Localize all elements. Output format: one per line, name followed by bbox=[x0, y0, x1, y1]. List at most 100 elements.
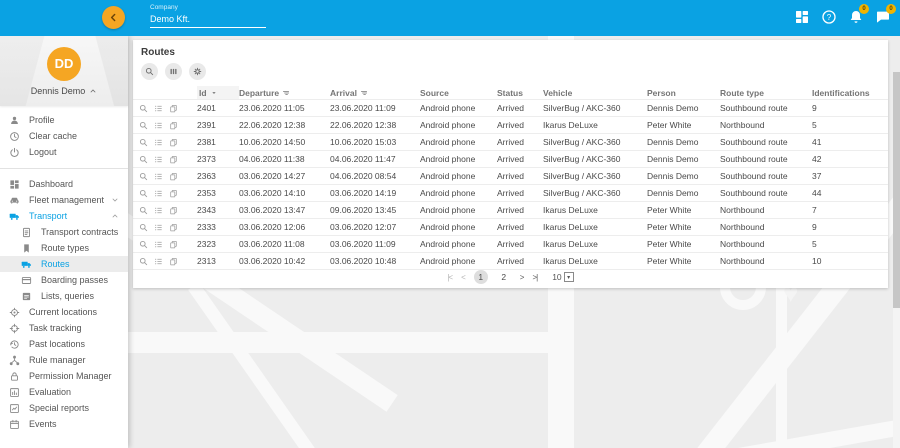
sidebar-item-dashboard[interactable]: Dashboard bbox=[0, 176, 128, 192]
table-row[interactable]: 2391 22.06.2020 12:38 22.06.2020 12:38 Andr… bbox=[133, 116, 888, 133]
avatar[interactable]: DD bbox=[47, 46, 81, 81]
copy-icon[interactable] bbox=[169, 240, 178, 249]
search-icon[interactable] bbox=[139, 104, 148, 113]
card-icon bbox=[21, 275, 32, 286]
list-icon[interactable] bbox=[154, 121, 163, 130]
column-header-person[interactable]: Person bbox=[647, 86, 720, 99]
column-header-label: Person bbox=[647, 87, 676, 98]
user-name-row[interactable]: Dennis Demo bbox=[31, 86, 98, 96]
table-row[interactable]: 2353 03.06.2020 14:10 03.06.2020 14:19 Andr… bbox=[133, 184, 888, 201]
gear-button[interactable] bbox=[189, 63, 206, 80]
copy-icon[interactable] bbox=[169, 189, 178, 198]
sidebar-item-clear-cache[interactable]: Clear cache bbox=[0, 128, 128, 144]
sidebar-item-task-tracking[interactable]: Task tracking bbox=[0, 320, 128, 336]
pagination-prev-button[interactable]: < bbox=[461, 273, 466, 282]
sidebar-collapse-button[interactable] bbox=[102, 6, 125, 29]
search-icon[interactable] bbox=[139, 172, 148, 181]
table-row[interactable]: 2381 10.06.2020 14:50 10.06.2020 15:03 Andr… bbox=[133, 133, 888, 150]
cell-status: Arrived bbox=[497, 120, 524, 130]
vertical-scrollbar[interactable] bbox=[893, 72, 900, 448]
cell-departure: 03.06.2020 13:47 bbox=[239, 205, 306, 215]
pagination-first-button[interactable]: |< bbox=[447, 273, 453, 282]
sidebar-item-special-reports[interactable]: Special reports bbox=[0, 400, 128, 416]
sidebar-item-boarding-passes[interactable]: Boarding passes bbox=[0, 272, 128, 288]
cell-departure: 03.06.2020 10:42 bbox=[239, 256, 306, 266]
copy-icon[interactable] bbox=[169, 121, 178, 130]
search-icon[interactable] bbox=[139, 206, 148, 215]
pagination-page-2[interactable]: 2 bbox=[497, 270, 511, 284]
pagination-page-1[interactable]: 1 bbox=[473, 270, 488, 284]
column-header-label: Source bbox=[420, 87, 449, 98]
list-icon[interactable] bbox=[154, 172, 163, 181]
sidebar-item-permission-manager[interactable]: Permission Manager bbox=[0, 368, 128, 384]
table-header-row: Id Departure Arrival Source Status Vehicle Per… bbox=[133, 86, 888, 99]
column-header-departure[interactable]: Departure bbox=[239, 86, 330, 99]
list-icon[interactable] bbox=[154, 257, 163, 266]
table-row[interactable]: 2373 04.06.2020 11:38 04.06.2020 11:47 Andr… bbox=[133, 150, 888, 167]
sidebar-item-current-locations[interactable]: Current locations bbox=[0, 304, 128, 320]
copy-icon[interactable] bbox=[169, 172, 178, 181]
list-icon[interactable] bbox=[154, 138, 163, 147]
sidebar-item-evaluation[interactable]: Evaluation bbox=[0, 384, 128, 400]
column-header-arrival[interactable]: Arrival bbox=[330, 86, 420, 99]
company-field[interactable]: Company Demo Kft. bbox=[150, 4, 266, 28]
sidebar-item-events[interactable]: Events bbox=[0, 416, 128, 432]
search-icon[interactable] bbox=[139, 223, 148, 232]
copy-icon[interactable] bbox=[169, 155, 178, 164]
help-icon[interactable]: ? bbox=[821, 9, 837, 25]
sidebar-item-route-types[interactable]: Route types bbox=[0, 240, 128, 256]
sidebar-item-fleet-management[interactable]: Fleet management bbox=[0, 192, 128, 208]
list-icon[interactable] bbox=[154, 104, 163, 113]
column-header-identifications[interactable]: Identifications bbox=[812, 86, 888, 99]
list-icon[interactable] bbox=[154, 240, 163, 249]
sidebar-item-lists-queries[interactable]: Lists, queries bbox=[0, 288, 128, 304]
search-icon[interactable] bbox=[139, 121, 148, 130]
copy-icon[interactable] bbox=[169, 138, 178, 147]
sidebar-item-logout[interactable]: Logout bbox=[0, 144, 128, 160]
copy-icon[interactable] bbox=[169, 223, 178, 232]
sidebar-item-transport-contracts[interactable]: Transport contracts bbox=[0, 224, 128, 240]
column-header-vehicle[interactable]: Vehicle bbox=[543, 86, 647, 99]
columns-button[interactable] bbox=[165, 63, 182, 80]
page-size-dropdown-icon[interactable]: ▾ bbox=[563, 272, 574, 282]
pagination-next-button[interactable]: > bbox=[520, 273, 525, 282]
sidebar-item-rule-manager[interactable]: Rule manager bbox=[0, 352, 128, 368]
chat-icon[interactable]: 0 bbox=[875, 4, 896, 25]
search-icon[interactable] bbox=[139, 155, 148, 164]
search-button[interactable] bbox=[141, 63, 158, 80]
search-icon[interactable] bbox=[139, 189, 148, 198]
sidebar-item-transport[interactable]: Transport bbox=[0, 208, 128, 224]
search-icon[interactable] bbox=[139, 257, 148, 266]
company-value[interactable]: Demo Kft. bbox=[150, 14, 266, 28]
user-block[interactable]: DD Dennis Demo bbox=[0, 36, 128, 106]
copy-icon[interactable] bbox=[169, 257, 178, 266]
table-row[interactable]: 2363 03.06.2020 14:27 04.06.2020 08:54 Andr… bbox=[133, 167, 888, 184]
bell-icon[interactable]: 0 bbox=[848, 4, 869, 25]
table-row[interactable]: 2323 03.06.2020 11:08 03.06.2020 11:09 Andr… bbox=[133, 235, 888, 252]
listbox-icon bbox=[21, 291, 32, 302]
sidebar-item-past-locations[interactable]: Past locations bbox=[0, 336, 128, 352]
list-icon[interactable] bbox=[154, 223, 163, 232]
column-header-source[interactable]: Source bbox=[420, 86, 497, 99]
column-header-route-type[interactable]: Route type bbox=[720, 86, 812, 99]
list-icon[interactable] bbox=[154, 155, 163, 164]
search-icon[interactable] bbox=[139, 138, 148, 147]
scrollbar-thumb[interactable] bbox=[893, 72, 900, 308]
copy-icon[interactable] bbox=[169, 206, 178, 215]
table-row[interactable]: 2343 03.06.2020 13:47 09.06.2020 13:45 Andr… bbox=[133, 201, 888, 218]
sidebar-item-routes[interactable]: Routes bbox=[0, 256, 128, 272]
table-row[interactable]: 2313 03.06.2020 10:42 03.06.2020 10:48 Andr… bbox=[133, 252, 888, 269]
search-icon[interactable] bbox=[139, 240, 148, 249]
apps-grid-icon[interactable] bbox=[794, 9, 810, 25]
table-row[interactable]: 2401 23.06.2020 11:05 23.06.2020 11:09 Andr… bbox=[133, 99, 888, 116]
column-header-status[interactable]: Status bbox=[497, 86, 543, 99]
table-row[interactable]: 2333 03.06.2020 12:06 03.06.2020 12:07 Andr… bbox=[133, 218, 888, 235]
column-header-id[interactable]: Id bbox=[197, 86, 239, 99]
list-icon[interactable] bbox=[154, 206, 163, 215]
page-size-selector[interactable]: 10 ▾ bbox=[552, 272, 574, 282]
list-icon[interactable] bbox=[154, 189, 163, 198]
sidebar-item-profile[interactable]: Profile bbox=[0, 112, 128, 128]
sidebar-item-label: Route types bbox=[41, 243, 90, 253]
copy-icon[interactable] bbox=[169, 104, 178, 113]
pagination-last-button[interactable]: >| bbox=[532, 273, 538, 282]
